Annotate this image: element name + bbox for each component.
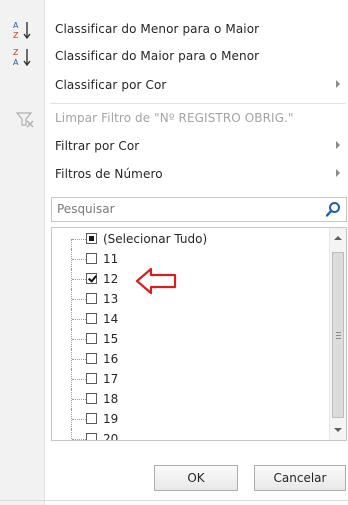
item-checkbox[interactable] (86, 413, 97, 424)
grip-line (336, 335, 341, 336)
autofilter-dropdown: A Z Classificar do Menor para o Maior Z … (0, 0, 348, 505)
list-item[interactable]: 19 (52, 409, 328, 429)
sort-by-color-label: Classificar por Cor (55, 78, 167, 92)
list-item[interactable]: 18 (52, 389, 328, 409)
tree-line (72, 439, 86, 440)
sort-by-color-item[interactable]: Classificar por Cor (0, 74, 348, 98)
tree-line (71, 239, 72, 249)
search-input[interactable]: Pesquisar (51, 197, 347, 222)
tree-line (72, 339, 86, 340)
sort-ascending-item[interactable]: A Z Classificar do Menor para o Maior (0, 18, 348, 42)
item-checkbox[interactable] (86, 273, 97, 284)
item-label: 16 (103, 352, 119, 366)
item-label: 19 (103, 412, 119, 426)
number-filters-label: Filtros de Número (55, 167, 163, 181)
submenu-arrow-icon (336, 80, 340, 88)
tree-line (72, 379, 86, 380)
item-checkbox[interactable] (86, 433, 97, 440)
item-label: 13 (103, 292, 119, 306)
scroll-up-icon[interactable] (334, 236, 342, 240)
annotation-arrow-icon (135, 267, 177, 295)
select-all-label: (Selecionar Tudo) (103, 232, 208, 246)
clear-filter-icon (15, 112, 34, 128)
grip-line (336, 332, 341, 333)
sort-ascending-icon: A Z (13, 21, 31, 40)
submenu-arrow-icon (336, 141, 340, 149)
tree-line (72, 419, 86, 420)
item-label: 18 (103, 392, 119, 406)
item-checkbox[interactable] (86, 393, 97, 404)
list-item[interactable]: 12 (52, 269, 328, 289)
list-item[interactable]: 14 (52, 309, 328, 329)
list-item[interactable]: 15 (52, 329, 328, 349)
list-scrollbar[interactable] (329, 228, 346, 440)
item-label: 15 (103, 332, 119, 346)
tree-line (72, 359, 86, 360)
sort-ascending-label: Classificar do Menor para o Maior (55, 22, 260, 36)
tree-line (72, 319, 86, 320)
number-filters-item[interactable]: Filtros de Número (0, 163, 348, 187)
item-label: 11 (103, 252, 119, 266)
item-label: 17 (103, 372, 119, 386)
item-label: 20 (103, 432, 119, 441)
filter-by-color-label: Filtrar por Cor (55, 139, 140, 153)
svg-text:Z: Z (13, 48, 19, 57)
bottom-border (0, 500, 348, 501)
list-item[interactable]: 16 (52, 349, 328, 369)
tree-line (72, 399, 86, 400)
item-checkbox[interactable] (86, 313, 97, 324)
item-checkbox[interactable] (86, 253, 97, 264)
search-icon[interactable] (325, 201, 342, 218)
sort-descending-label: Classificar do Maior para o Menor (55, 49, 260, 63)
submenu-arrow-icon (336, 169, 340, 177)
tree-line (72, 259, 86, 260)
scrollbar-thumb[interactable] (332, 252, 344, 418)
tree-line (72, 279, 86, 280)
svg-text:A: A (13, 21, 19, 30)
select-all-checkbox[interactable] (86, 233, 97, 244)
select-all-row[interactable]: (Selecionar Tudo) (52, 229, 328, 249)
clear-filter-item[interactable]: Limpar Filtro de "Nº REGISTRO OBRIG." (0, 107, 348, 131)
search-placeholder: Pesquisar (57, 202, 115, 216)
tree-line (72, 239, 86, 240)
filter-by-color-item[interactable]: Filtrar por Cor (0, 135, 348, 159)
menu-separator (50, 103, 346, 104)
cancel-button[interactable]: Cancelar (254, 465, 346, 491)
sort-descending-icon: Z A (13, 48, 31, 67)
item-checkbox[interactable] (86, 353, 97, 364)
list-item[interactable]: 11 (52, 249, 328, 269)
value-checklist[interactable]: (Selecionar Tudo) 11 12 13 14 15 16 17 1… (51, 227, 347, 441)
grip-line (336, 338, 341, 339)
item-label: 12 (103, 272, 119, 286)
ok-button[interactable]: OK (154, 465, 238, 491)
item-checkbox[interactable] (86, 373, 97, 384)
list-item[interactable]: 13 (52, 289, 328, 309)
item-checkbox[interactable] (86, 333, 97, 344)
sort-descending-item[interactable]: Z A Classificar do Maior para o Menor (0, 45, 348, 69)
tree-line (72, 299, 86, 300)
item-label: 14 (103, 312, 119, 326)
svg-text:Z: Z (13, 31, 19, 40)
list-item[interactable]: 17 (52, 369, 328, 389)
clear-filter-label: Limpar Filtro de "Nº REGISTRO OBRIG." (55, 111, 294, 125)
scroll-down-icon[interactable] (334, 428, 342, 432)
list-item[interactable]: 20 (52, 429, 328, 441)
item-checkbox[interactable] (86, 293, 97, 304)
svg-text:A: A (13, 58, 19, 67)
